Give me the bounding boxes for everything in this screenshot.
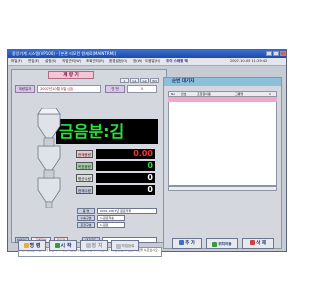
main-window: 중앙기계 시스템(VP100) - [본관 리모컨 원재료(MAINTRM)] … (7, 49, 287, 257)
done-button[interactable]: 작업완료 (111, 240, 139, 251)
scale-panel: 계 량 기 1 G1 G2 W3 계량일자 2007년10월 5일 (금) 연 … (11, 69, 167, 257)
move-button[interactable]: 위치이동 (206, 238, 238, 249)
batch-label: 연 번 (105, 85, 125, 93)
title-bar: 중앙기계 시스템(VP100) - [본관 리모컨 원재료(MAINTRM)] (8, 50, 286, 58)
maximize-button[interactable] (273, 51, 279, 56)
package-label: 포장구분 (77, 222, 95, 228)
metric-label: 현재중량 (76, 150, 93, 158)
menu-help[interactable]: 도움말(H) (145, 59, 160, 64)
clock: 2007-10-05 11:29:42 (230, 59, 268, 63)
start-button[interactable]: 시 작 (49, 240, 77, 251)
stop-icon (85, 243, 91, 248)
menu-settings[interactable]: 설정(S) (45, 59, 56, 64)
date-field[interactable]: 2007년10월 5일 (금) (37, 85, 101, 93)
tab-1[interactable]: 1 (120, 78, 129, 83)
menu-query[interactable]: 조회관리(R) (86, 59, 104, 64)
metric-value: 0.00 (96, 149, 155, 159)
done-button-label: 작업완료 (121, 244, 135, 248)
metric-value: 0 (96, 161, 155, 171)
transport-label: 수송구분 (77, 215, 95, 221)
start-icon (54, 243, 60, 248)
done-icon (115, 243, 121, 249)
command-button[interactable]: 명 령 (18, 240, 46, 251)
scale-display: 금음분:김 (56, 119, 158, 144)
menu-work[interactable]: 작업관리(W) (62, 59, 81, 64)
move-button-label: 위치이동 (218, 242, 232, 246)
tab-w3[interactable]: W3 (150, 78, 159, 83)
product-label: 품 명 (77, 208, 95, 214)
date-label: 계량일자 (15, 85, 35, 93)
stop-button[interactable]: 정 지 (80, 240, 108, 251)
menu-edit[interactable]: 편집(E) (28, 59, 39, 64)
metric-value: 0 (96, 185, 155, 195)
menu-file[interactable]: 파일(F) (11, 59, 22, 64)
company-logo: 조이 스테핑 텍 (166, 59, 188, 63)
queue-table-body[interactable] (168, 102, 277, 186)
command-button-label: 명 령 (29, 243, 41, 249)
queue-panel: 순번 대기자 No 번호 조합원이름 그룹명 C 추 가 위치이동 삭 제 (163, 77, 282, 249)
tab-g1[interactable]: G1 (130, 78, 139, 83)
product-field[interactable]: 0001-2007년 원료저울 (97, 208, 157, 214)
close-button[interactable] (280, 51, 286, 56)
add-button-label: 추 가 (185, 241, 195, 246)
package-select[interactable]: 1-원료 (97, 222, 125, 228)
delete-button[interactable]: 삭 제 (242, 238, 274, 249)
metric-label: 목표중량 (76, 162, 93, 170)
tab-g2[interactable]: G2 (140, 78, 149, 83)
minimize-button[interactable] (266, 51, 272, 56)
start-button-label: 시 작 (60, 243, 72, 249)
delete-button-label: 삭 제 (256, 241, 266, 246)
add-icon (179, 240, 185, 245)
transport-select[interactable]: 1-원료적송 (97, 215, 125, 221)
stop-button-label: 정 지 (91, 243, 103, 249)
move-icon (212, 241, 218, 247)
delete-icon (250, 240, 256, 245)
menu-window[interactable]: 창(W) (133, 59, 142, 64)
queue-panel-title: 순번 대기자 (164, 78, 281, 86)
metric-value: 0 (96, 173, 155, 183)
command-icon (23, 243, 29, 248)
menu-env[interactable]: 환경설정(O) (109, 59, 127, 64)
scale-panel-title: 계 량 기 (48, 71, 94, 79)
hopper-icon (37, 108, 61, 208)
metric-label: 현재수량 (76, 186, 93, 194)
horizontal-scrollbar[interactable] (168, 186, 277, 191)
metric-label: 평균수량 (76, 174, 93, 182)
batch-field[interactable]: 0 (127, 85, 157, 93)
window-title: 중앙기계 시스템(VP100) - [본관 리모컨 원재료(MAINTRM)] (12, 51, 117, 56)
add-button[interactable]: 추 가 (172, 238, 202, 249)
